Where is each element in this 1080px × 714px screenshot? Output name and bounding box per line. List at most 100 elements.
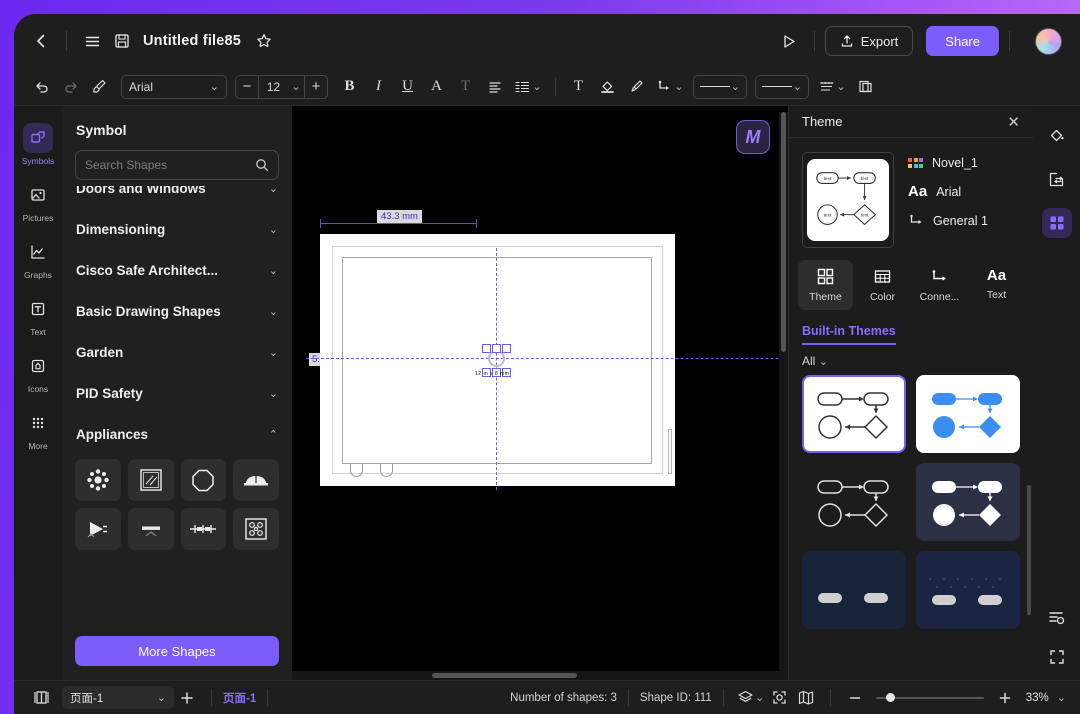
theme-connector-row[interactable]: General 1 bbox=[908, 213, 988, 228]
search-shapes-box[interactable] bbox=[75, 150, 279, 180]
page-tab[interactable]: 页面-1 bbox=[223, 690, 256, 706]
theme-card-navy-plain[interactable] bbox=[802, 551, 906, 629]
replace-swap-icon[interactable] bbox=[1042, 164, 1072, 194]
theme-list-scrollbar[interactable] bbox=[1027, 485, 1031, 615]
canvas-area[interactable]: M 43.3 mm 5.6 mm 12 m x 8 mm bbox=[292, 106, 788, 680]
sidebar-item-text[interactable]: Text bbox=[16, 289, 60, 344]
layers-duplicate-icon[interactable] bbox=[852, 73, 879, 100]
underline-button[interactable]: U bbox=[394, 73, 421, 100]
avatar[interactable] bbox=[1035, 27, 1062, 55]
category-cisco-safe-architecture[interactable]: Cisco Safe Architect... ⌄ bbox=[62, 250, 292, 291]
door-symbol-2[interactable] bbox=[380, 464, 393, 477]
search-icon[interactable] bbox=[255, 158, 269, 172]
theme-card-dark-white-fill[interactable] bbox=[916, 463, 1020, 541]
resize-handle-nw[interactable] bbox=[482, 344, 491, 353]
brush-icon[interactable] bbox=[623, 73, 650, 100]
font-size-decrease[interactable]: − bbox=[236, 76, 258, 98]
more-shapes-button[interactable]: More Shapes bbox=[75, 636, 279, 666]
dash-style-icon[interactable]: ⌄ bbox=[814, 73, 850, 100]
category-dimensioning[interactable]: Dimensioning ⌄ bbox=[62, 209, 292, 250]
current-theme-preview[interactable]: text text text text bbox=[802, 152, 894, 248]
theme-grid-icon[interactable] bbox=[1041, 208, 1072, 238]
shape-bar-icon[interactable] bbox=[127, 508, 174, 550]
watermark-logo-icon[interactable]: M bbox=[736, 120, 770, 154]
theme-card-white-outline[interactable] bbox=[802, 375, 906, 453]
font-size-increase[interactable]: + bbox=[305, 76, 327, 98]
zoom-out-button[interactable] bbox=[842, 686, 868, 710]
shape-triangle-valve-icon[interactable] bbox=[75, 508, 121, 550]
theme-thumbnail-list[interactable] bbox=[789, 375, 1033, 680]
theme-filter-dropdown[interactable]: All ⌄ bbox=[789, 345, 1033, 375]
format-painter-icon[interactable] bbox=[86, 73, 113, 100]
resize-handle-ne[interactable] bbox=[502, 344, 511, 353]
redo-icon[interactable] bbox=[57, 73, 84, 100]
fill-bucket-icon[interactable] bbox=[1042, 120, 1072, 150]
shape-glass-panel-icon[interactable] bbox=[127, 459, 174, 501]
canvas-vscroll-thumb[interactable] bbox=[781, 112, 786, 352]
zoom-value[interactable]: 33% bbox=[1026, 692, 1049, 704]
shape-dome-hood-icon[interactable] bbox=[233, 459, 279, 501]
zoom-slider-knob[interactable] bbox=[885, 693, 895, 702]
export-button[interactable]: Export bbox=[824, 26, 914, 56]
shape-octagon-icon[interactable] bbox=[180, 459, 227, 501]
align-left-icon[interactable] bbox=[481, 73, 508, 100]
tab-connector[interactable]: Conne... bbox=[912, 260, 967, 310]
shape-stove-top-icon[interactable] bbox=[233, 508, 279, 550]
canvas-hscroll-thumb[interactable] bbox=[432, 673, 577, 678]
layers-icon[interactable]: ⌄ bbox=[735, 686, 767, 710]
floppy-save-icon[interactable] bbox=[107, 26, 137, 56]
line-spacing-icon[interactable]: ⌄ bbox=[510, 73, 546, 100]
add-page-button[interactable] bbox=[174, 686, 200, 710]
chevron-down-icon[interactable]: ⌄ bbox=[1057, 691, 1066, 704]
document-title[interactable]: Untitled file85 bbox=[143, 33, 241, 49]
font-size-dropdown[interactable]: ⌄ bbox=[288, 75, 305, 98]
connector-icon[interactable]: ⌄ bbox=[652, 73, 688, 100]
sidebar-item-pictures[interactable]: Pictures bbox=[16, 175, 60, 230]
line-weight-select[interactable]: ⌄ bbox=[693, 74, 747, 99]
strikethrough-button[interactable]: T bbox=[452, 73, 479, 100]
font-size-value[interactable]: 12 bbox=[258, 75, 288, 98]
sidebar-item-graphs[interactable]: Graphs bbox=[16, 232, 60, 287]
panel-toggle-icon[interactable] bbox=[28, 686, 54, 710]
focus-target-icon[interactable] bbox=[767, 686, 793, 710]
theme-card-navy-dotted[interactable] bbox=[916, 551, 1020, 629]
category-scroll[interactable]: Doors and Windows ⌄ Dimensioning ⌄ Cisco… bbox=[62, 186, 292, 630]
category-appliances[interactable]: Appliances ⌃ bbox=[62, 414, 292, 455]
hamburger-menu-icon[interactable] bbox=[77, 26, 107, 56]
tab-color[interactable]: Color bbox=[855, 260, 910, 310]
font-family-select[interactable]: Arial ⌄ bbox=[121, 74, 227, 99]
font-size-stepper[interactable]: − 12 ⌄ + bbox=[235, 74, 328, 99]
theme-font-row[interactable]: Aa Arial bbox=[908, 183, 988, 200]
sidebar-item-icons[interactable]: Icons bbox=[16, 346, 60, 401]
category-doors-and-windows[interactable]: Doors and Windows ⌄ bbox=[62, 186, 292, 209]
play-icon[interactable] bbox=[774, 26, 804, 56]
resize-handle-n[interactable] bbox=[492, 344, 501, 353]
close-icon[interactable]: ✕ bbox=[1007, 113, 1020, 131]
italic-button[interactable]: I bbox=[365, 73, 392, 100]
shape-burner-icon[interactable] bbox=[75, 459, 121, 501]
category-basic-drawing-shapes[interactable]: Basic Drawing Shapes ⌄ bbox=[62, 291, 292, 332]
shape-dashed-rail-icon[interactable] bbox=[180, 508, 227, 550]
settings-list-icon[interactable] bbox=[1042, 602, 1072, 632]
font-color-button[interactable]: A bbox=[423, 73, 450, 100]
canvas-hscrollbar[interactable] bbox=[292, 671, 788, 680]
door-symbol-1[interactable] bbox=[350, 464, 363, 477]
star-icon[interactable] bbox=[249, 26, 279, 56]
canvas-vscrollbar[interactable] bbox=[779, 112, 788, 680]
map-icon[interactable] bbox=[793, 686, 819, 710]
border-style-select[interactable]: ⌄ bbox=[755, 74, 809, 99]
search-input[interactable] bbox=[85, 158, 249, 172]
tab-theme[interactable]: Theme bbox=[798, 260, 853, 310]
zoom-slider[interactable] bbox=[875, 693, 984, 702]
theme-name-row[interactable]: Novel_1 bbox=[908, 156, 988, 170]
sidebar-item-symbols[interactable]: Symbols bbox=[16, 118, 60, 173]
fullscreen-icon[interactable] bbox=[1042, 642, 1072, 672]
undo-icon[interactable] bbox=[28, 73, 55, 100]
zoom-in-button[interactable] bbox=[992, 686, 1018, 710]
theme-card-dark-outline[interactable] bbox=[802, 463, 906, 541]
share-button[interactable]: Share bbox=[926, 26, 999, 56]
window-symbol[interactable] bbox=[668, 429, 672, 474]
fill-bucket-icon[interactable] bbox=[594, 73, 621, 100]
back-button[interactable] bbox=[26, 26, 56, 56]
sidebar-item-more[interactable]: More bbox=[16, 403, 60, 458]
